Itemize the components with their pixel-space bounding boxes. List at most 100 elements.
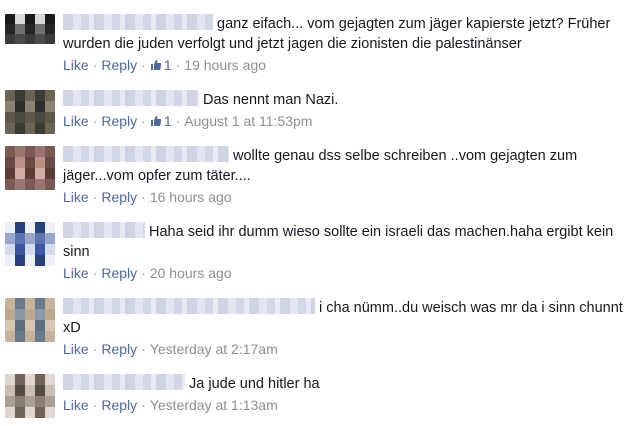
reply-link[interactable]: Reply [101, 113, 137, 129]
like-link[interactable]: Like [63, 189, 89, 205]
avatar-pixel [45, 222, 55, 234]
avatar-pixel [15, 244, 26, 256]
timestamp[interactable]: Yesterday at 2:17am [150, 341, 278, 357]
like-count: 1 [163, 113, 172, 129]
commenter-name-redacted[interactable] [63, 146, 229, 162]
avatar-pixel [15, 157, 26, 169]
separator: · [175, 113, 181, 129]
avatar-pixel [45, 331, 55, 342]
avatar-pixel [35, 298, 46, 310]
commenter-name-redacted[interactable] [63, 90, 199, 106]
avatar-pixel [25, 101, 36, 113]
avatar-pixel [45, 24, 55, 35]
avatar[interactable] [5, 298, 55, 342]
reply-link[interactable]: Reply [101, 189, 137, 205]
like-count-badge[interactable]: 1 [150, 57, 172, 73]
avatar-pixel [5, 101, 16, 113]
timestamp[interactable]: 19 hours ago [184, 57, 266, 73]
avatar-pixel [45, 123, 55, 134]
separator: · [92, 189, 98, 205]
separator: · [92, 397, 98, 413]
avatar-pixel [5, 298, 16, 310]
avatar-pixel [5, 123, 16, 134]
avatar-pixel [45, 101, 55, 113]
avatar-pixel [25, 179, 36, 190]
avatar-pixel [25, 233, 36, 245]
avatar-pixel [45, 168, 55, 180]
avatar-pixel [15, 396, 26, 408]
avatar-pixel [25, 24, 36, 35]
separator: · [141, 265, 146, 281]
avatar-pixel [25, 222, 36, 234]
avatar[interactable] [5, 374, 55, 418]
avatar-pixel [15, 24, 26, 35]
commenter-name-redacted[interactable] [63, 222, 145, 238]
commenter-name-redacted[interactable] [63, 298, 315, 314]
avatar-pixel [25, 244, 36, 256]
avatar[interactable] [5, 146, 55, 190]
avatar-pixel [35, 385, 46, 397]
avatar-pixel [25, 407, 36, 418]
thumbs-up-icon [150, 113, 162, 126]
avatar-pixel [45, 146, 55, 158]
avatar-pixel [25, 157, 36, 169]
avatar-pixel [35, 320, 46, 332]
avatar-pixel [15, 101, 26, 113]
avatar-pixel [5, 385, 16, 397]
avatar-pixel [15, 309, 26, 321]
avatar-pixel [5, 222, 16, 234]
comment-actions: Like · Reply · Yesterday at 1:13am [63, 396, 638, 414]
like-link[interactable]: Like [63, 265, 89, 281]
avatar-pixel [15, 298, 26, 310]
commenter-name-redacted[interactable] [63, 374, 185, 390]
avatar-pixel [15, 90, 26, 102]
avatar[interactable] [5, 14, 55, 44]
avatar-pixel [35, 309, 46, 321]
like-link[interactable]: Like [63, 341, 89, 357]
thumbs-up-icon [150, 57, 162, 70]
avatar-pixel [15, 179, 26, 190]
avatar-pixel [35, 255, 46, 266]
comment-actions: Like · Reply · Yesterday at 2:17am [63, 340, 638, 358]
avatar[interactable] [5, 90, 55, 134]
avatar-pixel [5, 168, 16, 180]
avatar-pixel [5, 14, 16, 25]
like-link[interactable]: Like [63, 113, 89, 129]
avatar-pixel [15, 374, 26, 386]
avatar-pixel [35, 112, 46, 124]
avatar-pixel [35, 101, 46, 113]
timestamp[interactable]: 20 hours ago [150, 265, 232, 281]
avatar-pixel [35, 123, 46, 134]
like-count-badge[interactable]: 1 [150, 113, 172, 129]
separator: · [141, 397, 146, 413]
commenter-name-redacted[interactable] [63, 14, 213, 30]
avatar[interactable] [5, 222, 55, 266]
like-link[interactable]: Like [63, 397, 89, 413]
avatar-pixel [45, 14, 55, 25]
avatar-pixel [5, 255, 16, 266]
avatar-pixel [35, 244, 46, 256]
like-link[interactable]: Like [63, 57, 89, 73]
separator: · [141, 57, 146, 73]
reply-link[interactable]: Reply [101, 265, 137, 281]
avatar-pixel [45, 179, 55, 190]
reply-link[interactable]: Reply [101, 57, 137, 73]
separator: · [141, 189, 146, 205]
reply-link[interactable]: Reply [101, 397, 137, 413]
timestamp[interactable]: Yesterday at 1:13am [150, 397, 278, 413]
avatar-pixel [5, 24, 16, 35]
reply-link[interactable]: Reply [101, 341, 137, 357]
avatar-pixel [35, 168, 46, 180]
avatar-pixel [15, 255, 26, 266]
avatar-pixel [15, 320, 26, 332]
timestamp[interactable]: 16 hours ago [150, 189, 232, 205]
avatar-pixel [35, 396, 46, 408]
comment-actions: Like · Reply · 1 · 19 hours ago [63, 56, 638, 74]
avatar-pixel [5, 396, 16, 408]
avatar-pixel [45, 112, 55, 124]
avatar-pixel [45, 255, 55, 266]
avatar-pixel [35, 179, 46, 190]
timestamp[interactable]: August 1 at 11:53pm [184, 113, 312, 129]
comment-actions: Like · Reply · 1 · August 1 at 11:53pm [63, 112, 638, 130]
avatar-pixel [45, 407, 55, 418]
